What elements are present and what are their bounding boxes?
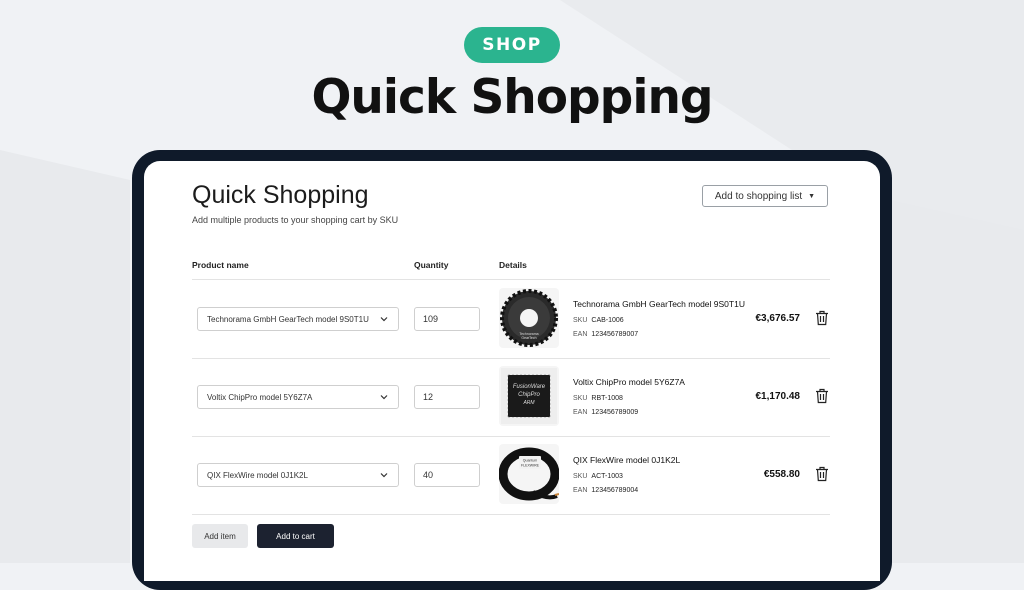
table-row: Voltix ChipPro model 5Y6Z7A 12 FusionWar… <box>144 358 880 436</box>
ean-label: EAN <box>573 487 588 494</box>
table-row: Technorama GmbH GearTech model 9S0T1U 10… <box>144 280 880 358</box>
product-select[interactable]: Technorama GmbH GearTech model 9S0T1U <box>197 307 399 331</box>
chip-label-brand: FusionWare <box>513 384 546 390</box>
product-name: Voltix ChipPro model 5Y6Z7A <box>573 377 685 387</box>
chip-label-model: ChipPro <box>518 392 540 398</box>
trash-icon[interactable] <box>815 310 829 326</box>
trash-icon[interactable] <box>815 388 829 404</box>
sku-label: SKU <box>573 473 588 480</box>
add-to-shopping-list-button[interactable]: Add to shopping list ▼ <box>702 185 828 207</box>
ean-line: EAN 123456789004 <box>573 487 638 494</box>
product-image-chip: FusionWare ChipPro ARM <box>499 366 559 426</box>
sku-value: RBT-1008 <box>591 395 623 402</box>
chevron-down-icon <box>380 395 388 400</box>
product-select[interactable]: QIX FlexWire model 0J1K2L <box>197 463 399 487</box>
add-to-cart-button[interactable]: Add to cart <box>257 524 334 548</box>
caret-down-icon: ▼ <box>808 192 816 200</box>
ean-value: 123456789004 <box>591 487 639 494</box>
shop-badge: SHOP <box>464 27 560 63</box>
page-subtitle: Add multiple products to your shopping c… <box>192 215 399 225</box>
add-item-button[interactable]: Add item <box>192 524 248 548</box>
ean-label: EAN <box>573 409 588 416</box>
sku-label: SKU <box>573 395 588 402</box>
quantity-input[interactable]: 40 <box>414 463 480 487</box>
page-title: Quick Shopping <box>192 181 369 209</box>
quantity-input[interactable]: 109 <box>414 307 480 331</box>
gear-label-model: GearTech <box>521 336 536 340</box>
sku-value: ACT-1003 <box>591 473 623 480</box>
table-row: QIX FlexWire model 0J1K2L 40 Quantum FLE… <box>144 436 880 514</box>
divider <box>192 514 830 515</box>
line-price: €1,170.48 <box>755 391 801 402</box>
sku-line: SKU RBT-1008 <box>573 395 623 402</box>
wire-label-model: FLEXWIRE <box>521 464 540 468</box>
product-image-wire: Quantum FLEXWIRE <box>499 444 559 504</box>
column-header-quantity: Quantity <box>414 260 449 270</box>
sku-label: SKU <box>573 317 588 324</box>
ean-label: EAN <box>573 331 588 338</box>
chip-label-arch: ARM <box>522 400 535 406</box>
wire-label-brand: Quantum <box>523 459 537 463</box>
column-header-details: Details <box>499 260 527 270</box>
ean-value: 123456789007 <box>591 331 639 338</box>
chevron-down-icon <box>380 473 388 478</box>
line-price: €3,676.57 <box>755 313 801 324</box>
product-name: Technorama GmbH GearTech model 9S0T1U <box>573 299 745 309</box>
product-select-value: QIX FlexWire model 0J1K2L <box>207 470 308 480</box>
add-to-shopping-list-label: Add to shopping list <box>714 190 803 202</box>
ean-value: 123456789009 <box>591 409 639 416</box>
ean-line: EAN 123456789009 <box>573 409 638 416</box>
chevron-down-icon <box>380 317 388 322</box>
product-select-value: Technorama GmbH GearTech model 9S0T1U <box>207 314 369 324</box>
product-image-gear: Technorama GearTech <box>499 288 559 348</box>
column-header-product: Product name <box>192 260 249 270</box>
product-select-value: Voltix ChipPro model 5Y6Z7A <box>207 392 313 402</box>
sku-value: CAB-1006 <box>591 317 624 324</box>
sku-line: SKU ACT-1003 <box>573 473 623 480</box>
hero-title: Quick Shopping <box>311 70 713 125</box>
trash-icon[interactable] <box>815 466 829 482</box>
ean-line: EAN 123456789007 <box>573 331 638 338</box>
quantity-input[interactable]: 12 <box>414 385 480 409</box>
quick-shopping-panel: Quick Shopping Add multiple products to … <box>144 161 880 581</box>
product-select[interactable]: Voltix ChipPro model 5Y6Z7A <box>197 385 399 409</box>
line-price: €558.80 <box>763 469 800 480</box>
sku-line: SKU CAB-1006 <box>573 317 624 324</box>
product-name: QIX FlexWire model 0J1K2L <box>573 455 681 465</box>
